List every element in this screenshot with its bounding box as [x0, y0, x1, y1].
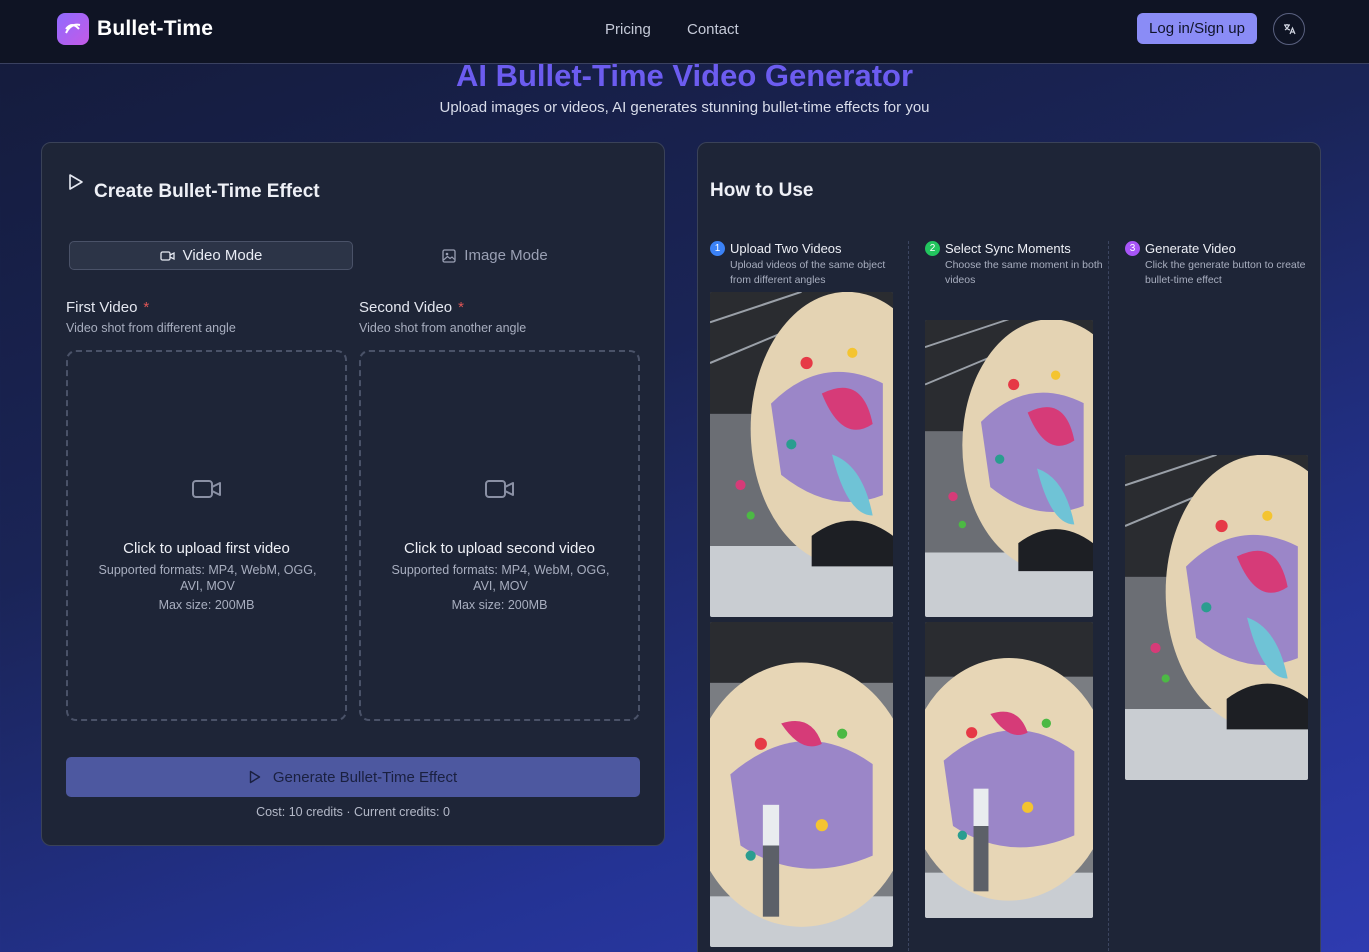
create-effect-panel: Create Bullet-Time Effect Video Mode Ima… [41, 142, 665, 846]
tab-label: Video Mode [182, 247, 263, 264]
step-description: Choose the same moment in both videos [945, 259, 1103, 286]
language-switch-button[interactable] [1273, 13, 1305, 45]
step-description: Upload videos of the same object from di… [730, 259, 886, 286]
upload-prompt: Click to upload first video [123, 540, 290, 557]
tab-video-mode[interactable]: Video Mode [69, 241, 353, 270]
result-preview [1125, 455, 1308, 780]
supported-formats: Supported formats: MP4, WebM, OGG, AVI, … [98, 563, 317, 593]
field-label-text: First Video [66, 299, 138, 316]
step-description: Click the generate button to create bull… [1145, 259, 1306, 286]
supported-formats: Supported formats: MP4, WebM, OGG, AVI, … [391, 563, 610, 593]
climbing-photo-angle-2 [710, 622, 893, 947]
login-signup-button[interactable]: Log in/Sign up [1137, 13, 1257, 44]
tab-image-mode[interactable]: Image Mode [353, 241, 637, 270]
step-title: Generate Video [1145, 241, 1236, 256]
max-size: Max size: 200MB [158, 598, 255, 612]
nav-contact[interactable]: Contact [687, 21, 739, 38]
page-title: AI Bullet-Time Video Generator [455, 58, 914, 93]
step-number-badge: 1 [710, 241, 725, 256]
sync-frame-1 [925, 320, 1093, 617]
second-video-description: Video shot from another angle [359, 321, 527, 335]
step-title: Upload Two Videos [730, 241, 842, 256]
column-divider [908, 241, 909, 952]
first-video-description: Video shot from different angle [66, 321, 236, 335]
video-camera-icon [159, 250, 175, 261]
second-video-label: Second Video * [359, 299, 464, 316]
second-video-dropzone[interactable]: Click to upload second video Supported f… [359, 350, 640, 721]
panel-title: Create Bullet-Time Effect [94, 181, 320, 202]
video-camera-icon [361, 478, 638, 500]
field-label-text: Second Video [359, 299, 453, 316]
tab-label: Image Mode [464, 247, 548, 264]
generate-button[interactable]: Generate Bullet-Time Effect [66, 757, 640, 797]
first-video-label: First Video * [66, 299, 149, 316]
upload-prompt: Click to upload second video [404, 540, 595, 557]
play-icon [69, 174, 83, 190]
required-marker: * [143, 299, 150, 316]
panel-title: How to Use [710, 180, 814, 201]
top-bar: Bullet-Time Pricing Contact Log in/Sign … [0, 0, 1369, 64]
max-size: Max size: 200MB [451, 598, 548, 612]
credits-info: Cost: 10 credits · Current credits: 0 [256, 805, 450, 819]
step-number-badge: 2 [925, 241, 940, 256]
brand-logo[interactable] [57, 13, 89, 45]
climbing-photo-angle-1 [710, 292, 893, 617]
step-title: Select Sync Moments [945, 241, 1071, 256]
required-marker: * [458, 299, 464, 316]
play-icon [249, 770, 261, 784]
video-camera-icon [68, 478, 345, 500]
translate-icon [1284, 24, 1296, 35]
step-number-badge: 3 [1125, 241, 1140, 256]
first-video-dropzone[interactable]: Click to upload first video Supported fo… [66, 350, 347, 721]
sync-frame-2 [925, 622, 1093, 918]
brand-name[interactable]: Bullet-Time [97, 17, 213, 41]
column-divider [1108, 241, 1109, 952]
logo-swirl-icon [65, 23, 81, 34]
nav-pricing[interactable]: Pricing [605, 21, 651, 38]
how-to-use-panel: How to Use 1 Upload Two Videos Upload vi… [697, 142, 1321, 952]
generate-label: Generate Bullet-Time Effect [272, 768, 458, 786]
page-subtitle: Upload images or videos, AI generates st… [439, 99, 930, 116]
image-icon [442, 248, 456, 263]
